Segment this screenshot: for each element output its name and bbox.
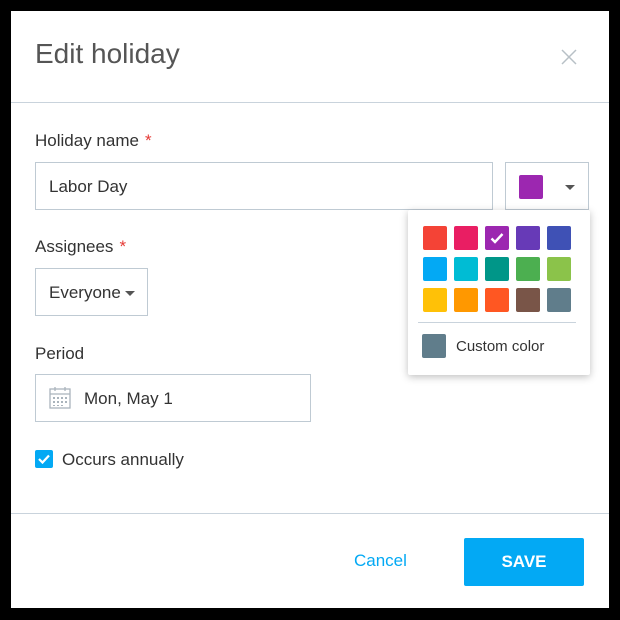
period-label: Period <box>35 344 85 363</box>
header-divider <box>11 102 609 103</box>
color-picker-button[interactable] <box>505 162 589 210</box>
checkmark-icon <box>38 454 50 465</box>
custom-color-swatch <box>422 334 446 358</box>
assignees-label: Assignees * <box>35 237 127 256</box>
holiday-name-input[interactable]: Labor Day <box>35 162 493 210</box>
color-swatch[interactable] <box>485 257 509 281</box>
occurs-annually-label: Occurs annually <box>62 450 184 469</box>
required-mark: * <box>119 237 127 256</box>
occurs-annually-checkbox[interactable] <box>35 450 53 468</box>
color-swatch[interactable] <box>454 226 478 250</box>
dialog-title: Edit holiday <box>35 38 180 69</box>
color-swatch[interactable] <box>547 288 571 312</box>
checkmark-icon <box>490 233 504 244</box>
color-swatch[interactable] <box>423 226 447 250</box>
color-swatch[interactable] <box>454 288 478 312</box>
cancel-button[interactable]: Cancel <box>354 551 407 571</box>
chevron-down-icon <box>565 185 575 190</box>
color-swatch[interactable] <box>516 226 540 250</box>
color-swatch[interactable] <box>423 257 447 281</box>
color-picker-popup: Custom color <box>408 210 590 375</box>
chevron-down-icon <box>125 291 135 296</box>
color-swatch[interactable] <box>423 288 447 312</box>
color-swatch[interactable] <box>516 257 540 281</box>
period-date-field[interactable]: Mon, May 1 <box>35 374 311 422</box>
selected-color-swatch <box>519 175 543 199</box>
holiday-name-label: Holiday name * <box>35 131 152 150</box>
color-swatch[interactable] <box>485 226 509 250</box>
popup-divider <box>418 322 576 323</box>
color-swatch[interactable] <box>485 288 509 312</box>
color-swatch[interactable] <box>454 257 478 281</box>
assignees-dropdown[interactable]: Everyone <box>35 268 148 316</box>
calendar-icon <box>49 386 71 415</box>
required-mark: * <box>144 131 152 150</box>
color-swatch[interactable] <box>547 257 571 281</box>
color-swatch[interactable] <box>547 226 571 250</box>
footer-divider <box>11 513 609 514</box>
edit-holiday-dialog: Edit holiday Holiday name * Labor Day Ass… <box>11 11 609 608</box>
custom-color-option[interactable]: Custom color <box>422 334 582 360</box>
save-button[interactable]: SAVE <box>464 538 584 586</box>
color-swatch[interactable] <box>516 288 540 312</box>
close-icon[interactable] <box>559 47 579 67</box>
